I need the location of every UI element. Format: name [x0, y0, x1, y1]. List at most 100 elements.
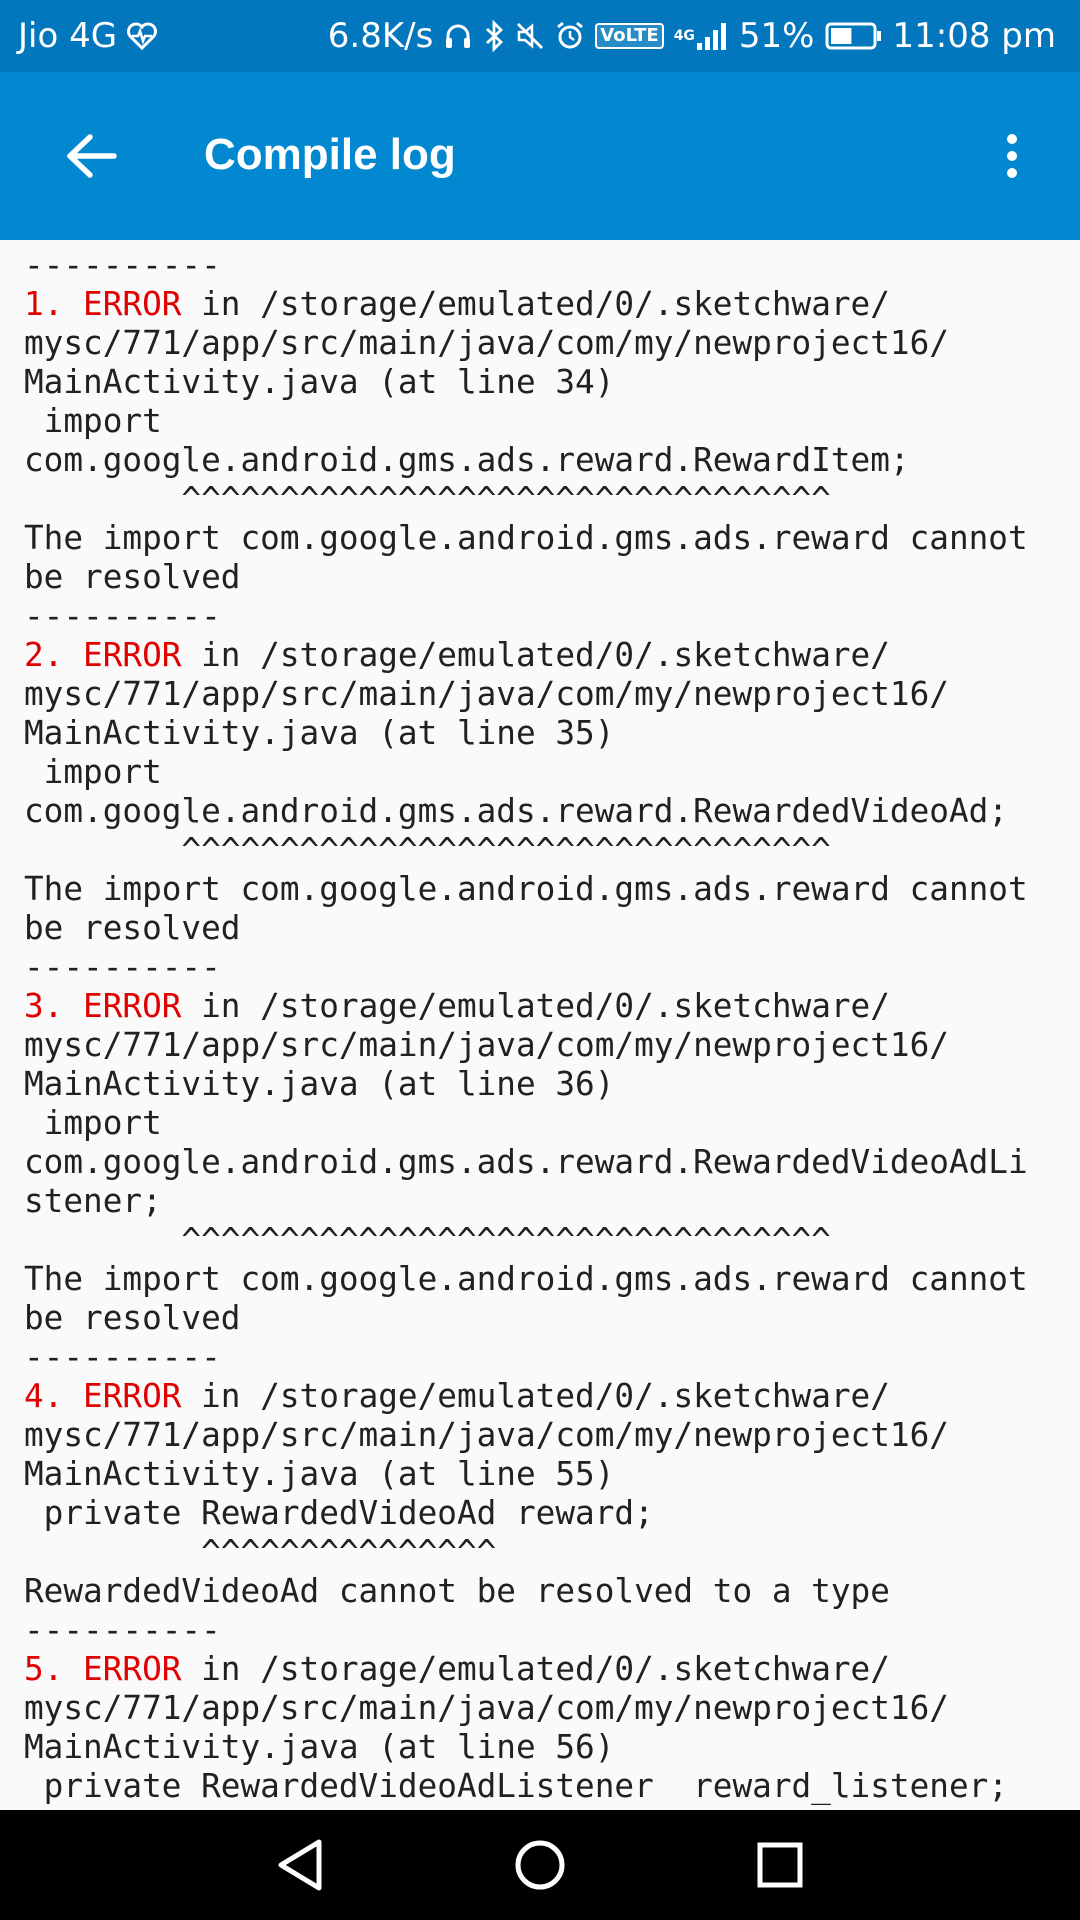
error-tag: ERROR: [83, 636, 182, 674]
log-error-header: 1. ERROR in /storage/emulated/0/.sketchw…: [24, 285, 1080, 324]
alarm-icon: [555, 21, 585, 51]
error-number: 2.: [24, 636, 84, 674]
log-text-segment: ----------: [24, 597, 221, 635]
back-button[interactable]: [48, 112, 136, 200]
headphones-icon: [443, 21, 473, 51]
page-title: Compile log: [204, 130, 456, 179]
recents-square-icon: [757, 1842, 803, 1888]
log-line: com.google.android.gms.ads.reward.Reward…: [24, 441, 1080, 480]
log-line: be resolved: [24, 909, 1080, 948]
log-text-segment: mysc/771/app/src/main/java/com/my/newpro…: [24, 324, 949, 362]
log-line: ^^^^^^^^^^^^^^^: [24, 1533, 1080, 1572]
log-text-segment: private RewardedVideoAdListener reward_l…: [24, 1767, 1008, 1805]
log-line: be resolved: [24, 1299, 1080, 1338]
log-text-segment: ^^^^^^^^^^^^^^^^^^^^^^^^^^^^^^^^^: [24, 1221, 831, 1259]
volte-icon: VoLTE: [595, 23, 664, 49]
log-line: mysc/771/app/src/main/java/com/my/newpro…: [24, 1689, 1080, 1728]
log-text-segment: be resolved: [24, 558, 241, 596]
log-error-header: 4. ERROR in /storage/emulated/0/.sketchw…: [24, 1377, 1080, 1416]
log-text-segment: import: [24, 402, 162, 440]
log-text-segment: mysc/771/app/src/main/java/com/my/newpro…: [24, 1026, 949, 1064]
home-circle-icon: [515, 1840, 565, 1890]
log-text-segment: mysc/771/app/src/main/java/com/my/newpro…: [24, 1416, 949, 1454]
log-line: mysc/771/app/src/main/java/com/my/newpro…: [24, 1416, 1080, 1455]
error-tag: ERROR: [83, 1377, 182, 1415]
log-text-segment: ----------: [24, 948, 221, 986]
log-line: ^^^^^^^^^^^^^^^^^^^^^^^^^^^^^^^^^: [24, 831, 1080, 870]
log-line: import: [24, 1104, 1080, 1143]
overflow-menu-button[interactable]: [968, 112, 1056, 200]
status-left: Jio 4G: [18, 16, 158, 56]
navigation-bar: [0, 1810, 1080, 1920]
log-line: mysc/771/app/src/main/java/com/my/newpro…: [24, 324, 1080, 363]
mute-icon: [515, 21, 545, 51]
log-line: MainActivity.java (at line 34): [24, 363, 1080, 402]
log-line: ^^^^^^^^^^^^^^^^^^^^^^^^^^^^^^^^^: [24, 1221, 1080, 1260]
carrier-label: Jio 4G: [18, 16, 118, 56]
log-text-segment: MainActivity.java (at line 34): [24, 363, 615, 401]
error-tag: ERROR: [83, 285, 182, 323]
log-line: ^^^^^^^^^^^^^^^^^^^^^^^^^^^^^^^^^: [24, 480, 1080, 519]
heart-monitor-icon: [127, 22, 158, 50]
log-line: MainActivity.java (at line 56): [24, 1728, 1080, 1767]
nav-back-button[interactable]: [260, 1830, 340, 1900]
log-line: be resolved: [24, 558, 1080, 597]
log-text-segment: The import com.google.android.gms.ads.re…: [24, 870, 1028, 908]
log-text-segment: import: [24, 1104, 162, 1142]
log-text-segment: in /storage/emulated/0/.sketchware/: [181, 636, 890, 674]
log-text-segment: private RewardedVideoAd reward;: [24, 1494, 654, 1532]
battery-percent: 51%: [738, 16, 815, 56]
log-text: ---------- 1. ERROR in /storage/emulated/…: [0, 240, 1080, 1806]
log-text-segment: ----------: [24, 1611, 221, 1649]
log-text-segment: MainActivity.java (at line 36): [24, 1065, 615, 1103]
more-vert-icon: [1007, 134, 1017, 178]
log-text-segment: ^^^^^^^^^^^^^^^^^^^^^^^^^^^^^^^^^: [24, 480, 831, 518]
log-text-segment: ^^^^^^^^^^^^^^^^^^^^^^^^^^^^^^^^^: [24, 831, 831, 869]
log-line: MainActivity.java (at line 36): [24, 1065, 1080, 1104]
log-text-segment: be resolved: [24, 909, 241, 947]
status-right: 6.8K/s VoLTE 4G 51% 11:08 pm: [328, 16, 1056, 56]
nav-home-button[interactable]: [500, 1830, 580, 1900]
log-text-segment: mysc/771/app/src/main/java/com/my/newpro…: [24, 1689, 949, 1727]
error-tag: ERROR: [83, 987, 182, 1025]
compile-log[interactable]: ---------- 1. ERROR in /storage/emulated/…: [0, 240, 1080, 1810]
nav-recents-button[interactable]: [740, 1830, 820, 1900]
battery-icon: [825, 22, 883, 50]
log-line: stener;: [24, 1182, 1080, 1221]
log-text-segment: com.google.android.gms.ads.reward.Reward…: [24, 792, 1008, 830]
log-line: import: [24, 402, 1080, 441]
battery-fill: [830, 28, 851, 44]
network-speed: 6.8K/s: [327, 16, 434, 56]
clock: 11:08 pm: [892, 16, 1057, 56]
bluetooth-icon: [483, 20, 505, 52]
log-text-segment: The import com.google.android.gms.ads.re…: [24, 1260, 1028, 1298]
log-line: The import com.google.android.gms.ads.re…: [24, 1260, 1080, 1299]
log-text-segment: MainActivity.java (at line 55): [24, 1455, 615, 1493]
status-bar: Jio 4G 6.8K/s VoLTE 4G 51% 11:08 pm: [0, 0, 1080, 72]
log-text-segment: in /storage/emulated/0/.sketchware/: [181, 1377, 890, 1415]
log-text-segment: MainActivity.java (at line 35): [24, 714, 615, 752]
log-text-segment: stener;: [24, 1182, 162, 1220]
log-error-header: 3. ERROR in /storage/emulated/0/.sketchw…: [24, 987, 1080, 1026]
log-text-segment: com.google.android.gms.ads.reward.Reward…: [24, 1143, 1028, 1181]
arrow-back-icon: [67, 134, 117, 178]
app-bar: Compile log: [0, 72, 1080, 240]
error-number: 3.: [24, 987, 84, 1025]
log-error-header: 2. ERROR in /storage/emulated/0/.sketchw…: [24, 636, 1080, 675]
log-text-segment: in /storage/emulated/0/.sketchware/: [181, 285, 890, 323]
log-line: private RewardedVideoAdListener reward_l…: [24, 1767, 1080, 1806]
log-line: The import com.google.android.gms.ads.re…: [24, 870, 1080, 909]
log-text-segment: ----------: [24, 246, 221, 284]
log-line: The import com.google.android.gms.ads.re…: [24, 519, 1080, 558]
log-line: RewardedVideoAd cannot be resolved to a …: [24, 1572, 1080, 1611]
log-line: com.google.android.gms.ads.reward.Reward…: [24, 1143, 1080, 1182]
error-number: 5.: [24, 1650, 84, 1688]
log-line: ----------: [24, 1338, 1080, 1377]
log-line: MainActivity.java (at line 35): [24, 714, 1080, 753]
log-text-segment: ----------: [24, 1338, 221, 1376]
error-number: 4.: [24, 1377, 84, 1415]
log-text-segment: in /storage/emulated/0/.sketchware/: [181, 987, 890, 1025]
network-type-label: 4G: [673, 28, 695, 44]
log-text-segment: import: [24, 753, 162, 791]
log-text-segment: RewardedVideoAd cannot be resolved to a …: [24, 1572, 890, 1610]
